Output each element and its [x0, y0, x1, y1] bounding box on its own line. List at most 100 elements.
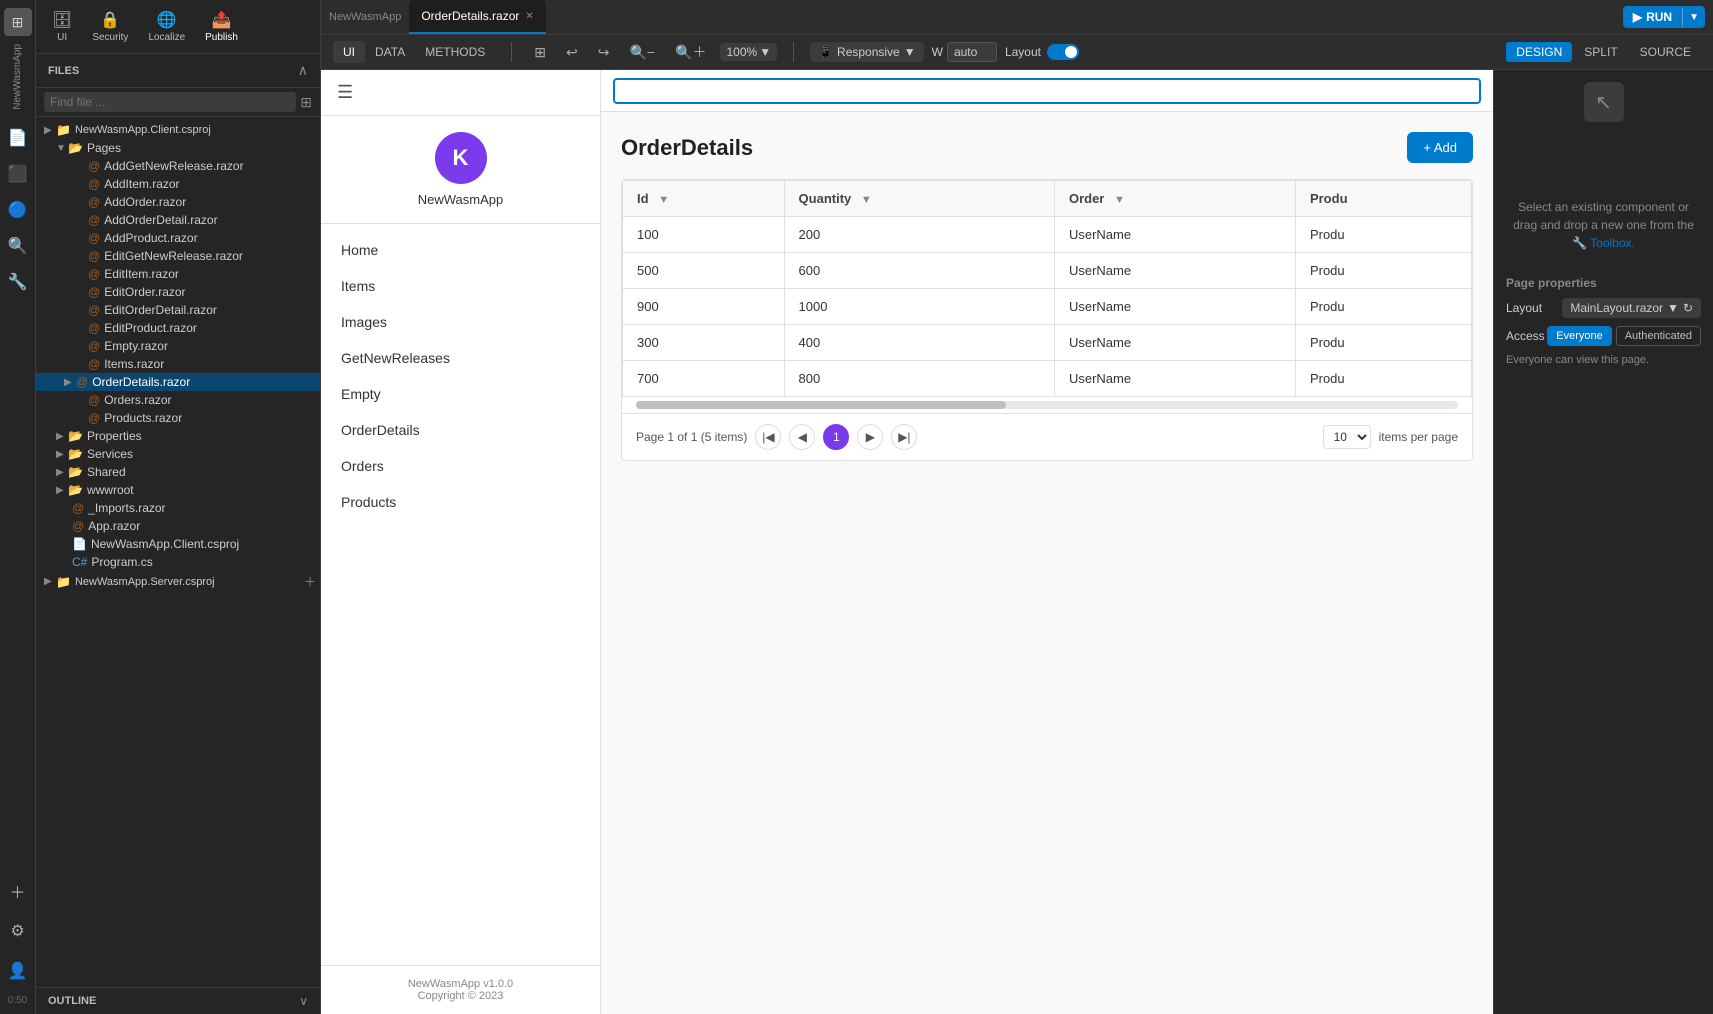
- tab-ui[interactable]: UI: [333, 41, 365, 63]
- file-orderdetails[interactable]: ▶ @ OrderDetails.razor: [36, 373, 320, 391]
- nav-item-products[interactable]: Products: [321, 484, 600, 520]
- zoom-control[interactable]: 100% ▼: [720, 43, 777, 61]
- table-row: 500 600 UserName Produ: [623, 253, 1472, 289]
- file-client-csproj[interactable]: 📄 NewWasmApp.Client.csproj: [36, 535, 320, 553]
- filter-icon[interactable]: ⊞: [300, 94, 312, 111]
- time-icon: 0:50: [8, 995, 27, 1006]
- folder-wwwroot[interactable]: ▶ 📂 wwwroot: [36, 481, 320, 499]
- localize-toolbar-btn[interactable]: 🌐 Localize: [140, 6, 193, 47]
- prev-page-btn[interactable]: ◀: [789, 424, 815, 450]
- layout-view-btn[interactable]: ⊞: [528, 41, 552, 64]
- zoom-out-btn[interactable]: 🔍−: [623, 41, 661, 64]
- run-dropdown-arrow[interactable]: ▼: [1682, 8, 1705, 27]
- components-icon[interactable]: ⬛: [2, 158, 34, 190]
- first-page-btn[interactable]: |◀: [755, 424, 781, 450]
- everyone-btn[interactable]: Everyone: [1547, 326, 1611, 346]
- nav-item-orders[interactable]: Orders: [321, 448, 600, 484]
- file-editorderdetail[interactable]: @ EditOrderDetail.razor: [36, 301, 320, 319]
- nav-item-orderdetails[interactable]: OrderDetails: [321, 412, 600, 448]
- file-orders[interactable]: @ Orders.razor: [36, 391, 320, 409]
- folder-pages[interactable]: ▼ 📂 Pages: [36, 139, 320, 157]
- file-addgetnewrelease[interactable]: @ AddGetNewRelease.razor: [36, 157, 320, 175]
- panel-hint: Select an existing component or drag and…: [1506, 198, 1701, 252]
- table-row: 100 200 UserName Produ: [623, 217, 1472, 253]
- data-toolbar-btn[interactable]: 🗄 UI: [44, 6, 80, 47]
- per-page-select[interactable]: 10: [1323, 425, 1371, 449]
- width-input[interactable]: [947, 42, 997, 62]
- page-1-btn[interactable]: 1: [823, 424, 849, 450]
- cell-product: Produ: [1295, 253, 1471, 289]
- filter-id-icon[interactable]: ▼: [658, 194, 669, 206]
- file-additem[interactable]: @ AddItem.razor: [36, 175, 320, 193]
- add-button[interactable]: + Add: [1407, 132, 1473, 163]
- hamburger-menu-icon[interactable]: ☰: [337, 82, 353, 103]
- search-icon[interactable]: 🔍: [2, 230, 34, 262]
- file-editproduct[interactable]: @ EditProduct.razor: [36, 319, 320, 337]
- toolbox-link[interactable]: 🔧 Toolbox.: [1572, 236, 1635, 250]
- view-source-tab[interactable]: SOURCE: [1630, 42, 1701, 62]
- publish-toolbar-btn[interactable]: 📤 Publish: [197, 6, 246, 47]
- w-control: W: [932, 42, 997, 62]
- file-app[interactable]: @ App.razor: [36, 517, 320, 535]
- tab-methods[interactable]: METHODS: [415, 41, 495, 63]
- nav-item-images[interactable]: Images: [321, 304, 600, 340]
- nav-item-home[interactable]: Home: [321, 232, 600, 268]
- file-imports[interactable]: @ _Imports.razor: [36, 499, 320, 517]
- file-programcs[interactable]: C# Program.cs: [36, 553, 320, 571]
- responsive-select[interactable]: 📱 Responsive ▼: [810, 42, 924, 62]
- col-id[interactable]: Id ▼: [623, 181, 785, 217]
- view-split-tab[interactable]: SPLIT: [1574, 42, 1627, 62]
- refresh-icon[interactable]: ↻: [1683, 301, 1693, 315]
- nav-item-items[interactable]: Items: [321, 268, 600, 304]
- filter-order-icon[interactable]: ▼: [1114, 194, 1125, 206]
- file-search-input[interactable]: [44, 92, 296, 112]
- table-scrollbar[interactable]: [636, 401, 1458, 409]
- tab-close-btn[interactable]: ✕: [525, 11, 533, 22]
- file-editorder[interactable]: @ EditOrder.razor: [36, 283, 320, 301]
- project-client[interactable]: ▶ 📁 NewWasmApp.Client.csproj ＋: [36, 121, 320, 139]
- run-button[interactable]: ▶ RUN ▼: [1623, 6, 1705, 28]
- preview-search-bar[interactable]: [613, 78, 1481, 104]
- undo-btn[interactable]: ↩: [560, 41, 584, 64]
- authenticated-btn[interactable]: Authenticated: [1616, 326, 1701, 346]
- cell-product: Produ: [1295, 361, 1471, 397]
- file-items[interactable]: @ Items.razor: [36, 355, 320, 373]
- col-product[interactable]: Produ: [1295, 181, 1471, 217]
- folder-services[interactable]: ▶ 📂 Services: [36, 445, 320, 463]
- folder-properties[interactable]: ▶ 📂 Properties: [36, 427, 320, 445]
- nav-item-empty[interactable]: Empty: [321, 376, 600, 412]
- account-icon[interactable]: 👤: [2, 955, 34, 987]
- cell-qty: 400: [784, 325, 1054, 361]
- file-addproduct[interactable]: @ AddProduct.razor: [36, 229, 320, 247]
- tab-data[interactable]: DATA: [365, 41, 415, 63]
- file-editgetnewrelease[interactable]: @ EditGetNewRelease.razor: [36, 247, 320, 265]
- file-products[interactable]: @ Products.razor: [36, 409, 320, 427]
- collapse-files-btn[interactable]: ∧: [298, 62, 308, 79]
- file-edititem[interactable]: @ EditItem.razor: [36, 265, 320, 283]
- next-page-btn[interactable]: ▶: [857, 424, 883, 450]
- project-server[interactable]: ▶ 📁 NewWasmApp.Server.csproj ＋: [36, 571, 320, 592]
- file-addorder[interactable]: @ AddOrder.razor: [36, 193, 320, 211]
- tools-icon[interactable]: 🔧: [2, 266, 34, 298]
- security-toolbar-btn[interactable]: 🔒 Security: [84, 6, 136, 47]
- orderdetails-tab[interactable]: OrderDetails.razor ✕: [409, 0, 545, 34]
- redo-btn[interactable]: ↪: [592, 41, 616, 64]
- layout-toggle-switch[interactable]: [1047, 44, 1079, 60]
- layout-value[interactable]: MainLayout.razor ▼ ↻: [1562, 298, 1701, 318]
- file-empty[interactable]: @ Empty.razor: [36, 337, 320, 355]
- pages-icon[interactable]: 📄: [2, 122, 34, 154]
- folder-shared[interactable]: ▶ 📂 Shared: [36, 463, 320, 481]
- zoom-in-btn[interactable]: 🔍＋: [669, 39, 712, 65]
- data-icon[interactable]: 🔵: [2, 194, 34, 226]
- filter-qty-icon[interactable]: ▼: [861, 194, 872, 206]
- layout-toggle[interactable]: Layout: [1005, 44, 1079, 60]
- settings-icon[interactable]: ⚙: [2, 915, 34, 947]
- last-page-btn[interactable]: ▶|: [891, 424, 917, 450]
- view-design-tab[interactable]: DESIGN: [1506, 42, 1572, 62]
- col-order[interactable]: Order ▼: [1054, 181, 1295, 217]
- col-quantity[interactable]: Quantity ▼: [784, 181, 1054, 217]
- nav-item-getnewreleases[interactable]: GetNewReleases: [321, 340, 600, 376]
- file-addorderdetail[interactable]: @ AddOrderDetail.razor: [36, 211, 320, 229]
- add-bottom-icon[interactable]: ＋: [2, 875, 34, 907]
- outline-collapse-icon[interactable]: ∨: [299, 994, 308, 1008]
